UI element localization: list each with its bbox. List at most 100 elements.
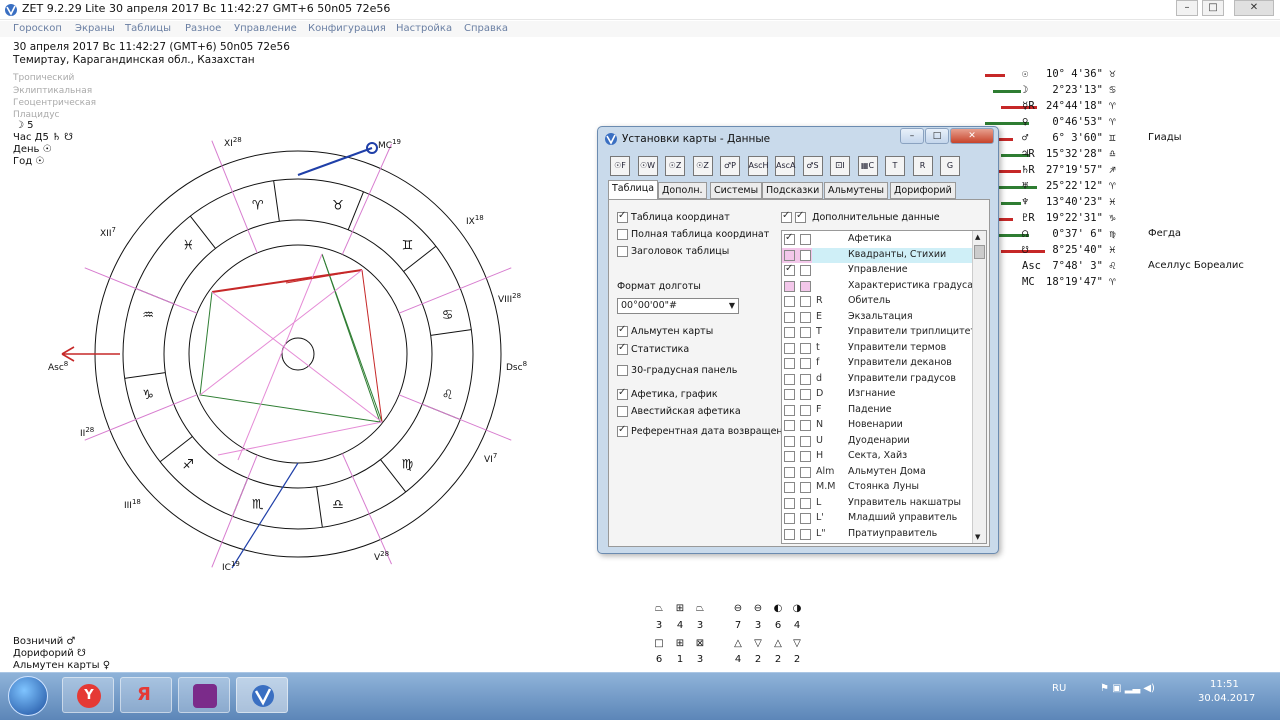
option2-2-checkbox[interactable]: [617, 365, 628, 376]
option2-1-checkbox[interactable]: [617, 342, 628, 355]
row-checkbox[interactable]: [784, 342, 795, 354]
option2-0[interactable]: Альмутен карты: [617, 324, 713, 337]
extra-data-row[interactable]: L" Пратиуправитель: [782, 527, 972, 543]
row-checkbox[interactable]: [784, 232, 795, 245]
clock-date[interactable]: 30.04.2017: [1198, 693, 1255, 704]
clock-time[interactable]: 11:51: [1210, 679, 1239, 690]
option2-5-checkbox[interactable]: [617, 424, 628, 437]
tab-0[interactable]: Таблица: [608, 180, 659, 200]
row-checkbox-2[interactable]: [800, 435, 811, 447]
option2-0-checkbox[interactable]: [617, 324, 628, 337]
extra-data-row[interactable]: T Управители триплицитета: [782, 325, 982, 341]
extra-data-row[interactable]: t Управители термов: [782, 341, 972, 357]
row-checkbox-2[interactable]: [800, 342, 811, 354]
extra-data-checkbox-1[interactable]: [781, 210, 792, 223]
row-checkbox-2[interactable]: [800, 373, 811, 385]
row-checkbox[interactable]: [784, 451, 795, 462]
tab-3[interactable]: Подсказки: [762, 182, 824, 199]
extra-data-row[interactable]: f Управители деканов: [782, 356, 972, 372]
row-checkbox-2[interactable]: [800, 404, 811, 416]
row-checkbox-2[interactable]: [800, 265, 811, 276]
option-1-checkbox[interactable]: [617, 229, 628, 240]
toolbar-button-12[interactable]: G: [940, 156, 960, 176]
row-checkbox-2[interactable]: [800, 389, 811, 400]
row-checkbox[interactable]: [784, 513, 795, 524]
row-checkbox[interactable]: [784, 358, 795, 369]
toolbar-button-6[interactable]: AscA: [775, 156, 796, 176]
option-2-checkbox[interactable]: [617, 246, 628, 257]
option2-3[interactable]: Афетика, график: [617, 387, 718, 400]
extra-data-row[interactable]: D Изгнание: [782, 387, 972, 403]
language-indicator[interactable]: RU: [1052, 683, 1066, 694]
extra-data-row[interactable]: R Обитель: [782, 294, 972, 310]
extra-data-row[interactable]: Афетика: [782, 232, 972, 248]
extra-data-list[interactable]: Афетика Квадранты, Стихии Управление Характ…: [781, 230, 987, 544]
extra-data-row[interactable]: E Экзальтация: [782, 310, 972, 326]
extra-data-row[interactable]: L Управитель накшатры: [782, 496, 972, 512]
row-checkbox[interactable]: [784, 280, 795, 292]
option2-3-checkbox[interactable]: [617, 387, 628, 400]
row-checkbox[interactable]: [784, 420, 795, 431]
scroll-thumb[interactable]: [974, 245, 985, 259]
toolbar-button-8[interactable]: ⚀I: [830, 156, 850, 176]
taskbar-yandex[interactable]: Я: [120, 677, 172, 713]
row-checkbox-2[interactable]: [800, 497, 811, 509]
toolbar-button-3[interactable]: ☉Z: [692, 156, 713, 176]
row-checkbox[interactable]: [784, 263, 795, 276]
dialog-minimize-button[interactable]: –: [900, 128, 924, 144]
row-checkbox-2[interactable]: [800, 296, 811, 307]
dialog-close-button[interactable]: ✕: [950, 128, 994, 144]
extra-data-row[interactable]: M.M Стоянка Луны: [782, 480, 972, 496]
start-button[interactable]: [8, 676, 48, 716]
extra-data-row[interactable]: Квадранты, Стихии: [782, 247, 972, 263]
row-checkbox[interactable]: [784, 482, 795, 493]
extra-data-row[interactable]: N Новенарии: [782, 418, 972, 434]
tab-1[interactable]: Дополн.: [658, 182, 707, 199]
row-checkbox-2[interactable]: [800, 513, 811, 524]
extra-data-row[interactable]: U Дуоденарии: [782, 434, 972, 450]
extra-data-checkbox-2[interactable]: [795, 210, 807, 223]
row-checkbox[interactable]: [784, 466, 795, 478]
row-checkbox[interactable]: [784, 389, 795, 400]
taskbar-recorder[interactable]: [178, 677, 230, 713]
row-checkbox-2[interactable]: [800, 327, 811, 338]
option2-4[interactable]: Авестийская афетика: [617, 406, 741, 417]
row-checkbox-2[interactable]: [800, 420, 811, 431]
toolbar-button-10[interactable]: T: [885, 156, 905, 176]
option-0[interactable]: Таблица координат: [617, 210, 730, 223]
extra-data-row[interactable]: Управление: [782, 263, 972, 279]
option2-4-checkbox[interactable]: [617, 406, 628, 417]
option2-2[interactable]: 30-градусная панель: [617, 365, 737, 376]
extra-data-row[interactable]: Alm Альмутен Дома: [782, 465, 972, 481]
option-2[interactable]: Заголовок таблицы: [617, 246, 729, 257]
tray-icons[interactable]: ⚑ ▣ ▂▃ ◀): [1100, 683, 1155, 694]
row-checkbox-2[interactable]: [800, 234, 811, 245]
scroll-up-icon[interactable]: ▲: [975, 233, 984, 242]
option-1[interactable]: Полная таблица координат: [617, 229, 769, 240]
row-checkbox-2[interactable]: [800, 482, 811, 493]
row-checkbox-2[interactable]: [800, 358, 811, 369]
taskbar-yandex-browser[interactable]: Y: [62, 677, 114, 713]
option-0-checkbox[interactable]: [617, 210, 628, 223]
tab-5[interactable]: Дорифорий: [890, 182, 956, 199]
tab-4[interactable]: Альмутены: [824, 182, 889, 199]
row-checkbox[interactable]: [784, 249, 795, 261]
row-checkbox-2[interactable]: [800, 280, 811, 292]
extra-data-row[interactable]: Характеристика градуса: [782, 279, 973, 295]
row-checkbox-2[interactable]: [800, 528, 811, 540]
dialog-maximize-button[interactable]: □: [925, 128, 949, 144]
row-checkbox-2[interactable]: [800, 466, 811, 478]
toolbar-button-0[interactable]: ☉F: [610, 156, 630, 176]
toolbar-button-7[interactable]: ♂S: [802, 156, 823, 176]
row-checkbox-2[interactable]: [800, 451, 811, 462]
row-checkbox[interactable]: [784, 435, 795, 447]
row-checkbox[interactable]: [784, 528, 795, 540]
extra-data-row[interactable]: F Падение: [782, 403, 972, 419]
scroll-down-icon[interactable]: ▼: [975, 533, 980, 541]
longitude-format-select[interactable]: 00°00'00"# ▼: [617, 298, 739, 314]
row-checkbox-2[interactable]: [800, 249, 811, 261]
row-checkbox[interactable]: [784, 327, 795, 338]
toolbar-button-1[interactable]: ☉W: [637, 156, 658, 176]
extra-data-row[interactable]: L' Младший управитель: [782, 511, 972, 527]
toolbar-button-11[interactable]: R: [912, 156, 933, 176]
